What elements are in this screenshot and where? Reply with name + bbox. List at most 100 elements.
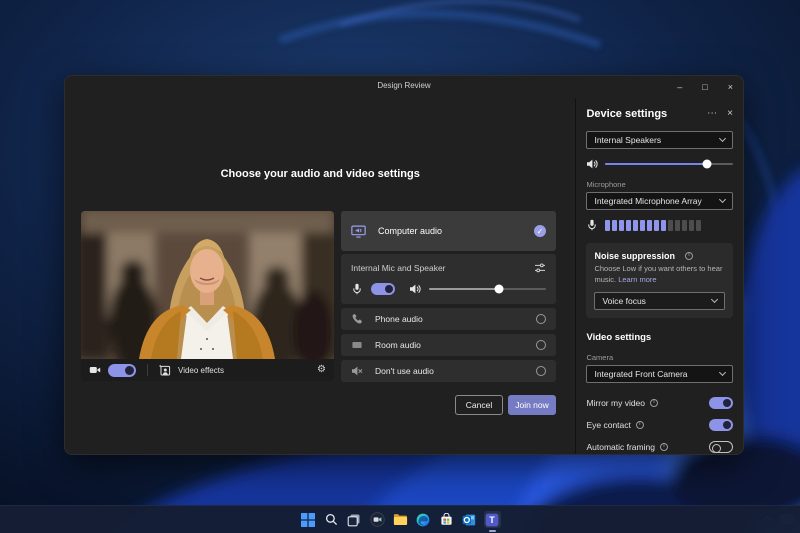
chevron-down-icon [719, 196, 726, 203]
chevron-down-icon [719, 135, 726, 142]
window-controls: – □ × [677, 76, 733, 98]
room-audio-option[interactable]: Room audio [341, 334, 556, 356]
speaker-icon [586, 158, 598, 170]
audio-settings-filter-icon[interactable] [534, 262, 546, 274]
title-bar: Design Review – □ × [65, 76, 743, 98]
panel-close-icon[interactable]: × [727, 109, 733, 119]
page-title: Choose your audio and video settings [65, 168, 575, 180]
mic-level-meter [605, 220, 701, 231]
minimize-button[interactable]: – [677, 83, 682, 92]
no-audio-radio[interactable] [536, 366, 546, 376]
mic-toggle[interactable] [371, 283, 395, 295]
speaker-icon [409, 283, 421, 295]
computer-audio-details: Internal Mic and Speaker [341, 254, 556, 304]
info-icon[interactable]: i [685, 252, 693, 260]
window-title: Design Review [65, 81, 743, 90]
store-icon[interactable] [438, 511, 455, 528]
info-icon[interactable]: i [650, 399, 658, 407]
call-volume-slider[interactable] [429, 288, 546, 290]
eye-contact-row: Eye contact i [586, 414, 733, 436]
noise-suppression-desc: Choose Low if you want others to hear mu… [594, 264, 722, 284]
task-view-icon[interactable] [346, 511, 363, 528]
desktop: Design Review – □ × Choose your audio an… [0, 0, 800, 533]
svg-text:T: T [489, 515, 495, 525]
video-effects-icon [159, 364, 171, 376]
chevron-down-icon [711, 296, 718, 303]
camera-app-icon[interactable] [369, 511, 386, 528]
teams-icon[interactable]: T [484, 511, 501, 528]
prejoin-main: Choose your audio and video settings [65, 98, 575, 454]
speaker-value: Internal Speakers [594, 135, 661, 145]
mic-icon [351, 283, 363, 295]
room-audio-radio[interactable] [536, 340, 546, 350]
phone-audio-label: Phone audio [375, 314, 423, 324]
computer-audio-icon [351, 225, 366, 238]
gear-icon[interactable]: ⚙ [317, 365, 326, 375]
phone-audio-option[interactable]: Phone audio [341, 308, 556, 330]
noise-suppression-dropdown[interactable]: Voice focus [594, 292, 725, 310]
audio-options: Computer audio Internal Mic and Speaker [341, 211, 556, 382]
start-button[interactable] [300, 511, 317, 528]
camera-icon [89, 364, 101, 376]
noise-suppression-value: Voice focus [602, 296, 645, 306]
video-effects-button[interactable]: Video effects [178, 366, 224, 375]
info-icon[interactable]: i [660, 443, 668, 451]
video-preview-toolbar: Video effects ⚙ [81, 359, 334, 381]
microphone-dropdown[interactable]: Integrated Microphone Array [586, 192, 733, 210]
automatic-framing-toggle[interactable] [709, 441, 733, 453]
search-icon[interactable] [323, 511, 340, 528]
taskbar: T [0, 505, 800, 533]
camera-preview-image [81, 211, 334, 359]
edge-icon[interactable] [415, 511, 432, 528]
noise-suppression-card: Noise suppression i Choose Low if you wa… [586, 243, 733, 318]
no-audio-label: Don't use audio [375, 366, 434, 376]
outlook-icon[interactable] [461, 511, 478, 528]
automatic-framing-label: Automatic framing [586, 442, 655, 452]
mirror-my-video-label: Mirror my video [586, 398, 645, 408]
automatic-framing-row: Automatic framing i [586, 436, 733, 455]
teams-prejoin-window: Design Review – □ × Choose your audio an… [64, 75, 744, 455]
video-settings-heading: Video settings [586, 332, 733, 343]
mirror-my-video-toggle[interactable] [709, 397, 733, 409]
phone-icon [351, 313, 363, 325]
eye-contact-toggle[interactable] [709, 419, 733, 431]
no-audio-option[interactable]: Don't use audio [341, 360, 556, 382]
camera-toggle[interactable] [108, 364, 136, 377]
window-content: Choose your audio and video settings [65, 98, 743, 454]
audio-device-name: Internal Mic and Speaker [351, 263, 446, 273]
computer-audio-selected-check [534, 225, 546, 237]
camera-value: Integrated Front Camera [594, 369, 687, 379]
video-toggles: Mirror my video i Eye contact i Automati… [586, 392, 733, 455]
person-video-still [81, 211, 334, 359]
computer-audio-label: Computer audio [378, 226, 442, 236]
speaker-dropdown[interactable]: Internal Speakers [586, 131, 733, 149]
file-explorer-icon[interactable] [392, 511, 409, 528]
microphone-value: Integrated Microphone Array [594, 196, 701, 206]
camera-dropdown[interactable]: Integrated Front Camera [586, 365, 733, 383]
close-button[interactable]: × [728, 83, 733, 92]
learn-more-link[interactable]: Learn more [618, 275, 656, 284]
noise-suppression-title: Noise suppression [594, 251, 675, 261]
camera-label: Camera [586, 353, 733, 362]
computer-audio-option[interactable]: Computer audio [341, 211, 556, 251]
speaker-volume-slider[interactable] [605, 163, 733, 165]
eye-contact-label: Eye contact [586, 420, 630, 430]
room-icon [351, 339, 363, 351]
divider [147, 364, 148, 376]
chevron-down-icon [719, 369, 726, 376]
mirror-my-video-row: Mirror my video i [586, 392, 733, 414]
action-buttons: Cancel Join now [341, 395, 556, 415]
mic-icon [586, 219, 598, 231]
video-preview: Video effects ⚙ [81, 211, 334, 381]
room-audio-label: Room audio [375, 340, 421, 350]
phone-audio-radio[interactable] [536, 314, 546, 324]
join-now-button[interactable]: Join now [508, 395, 556, 415]
more-options-icon[interactable]: ⋯ [707, 109, 717, 119]
speaker-off-icon [351, 365, 363, 377]
panel-title: Device settings [586, 108, 667, 120]
maximize-button[interactable]: □ [702, 83, 707, 92]
device-settings-panel: Device settings ⋯ × Internal Speakers Mi… [575, 98, 743, 454]
microphone-label: Microphone [586, 180, 733, 189]
info-icon[interactable]: i [636, 421, 644, 429]
cancel-button[interactable]: Cancel [455, 395, 503, 415]
